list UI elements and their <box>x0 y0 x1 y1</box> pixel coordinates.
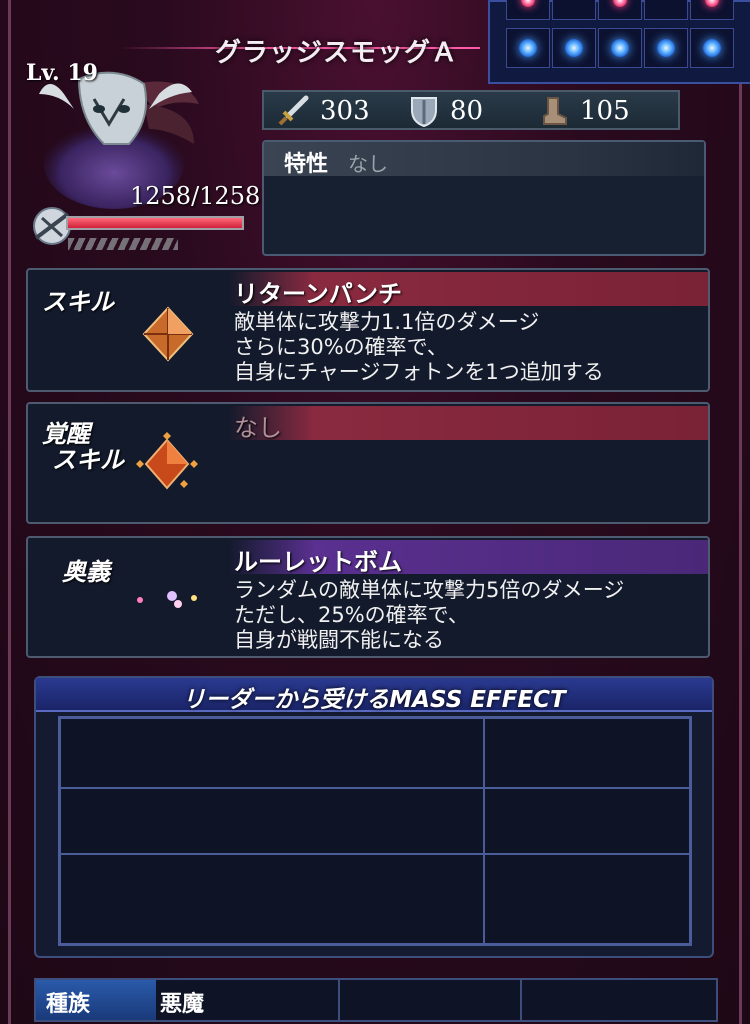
trait-header <box>264 142 704 176</box>
orb-pink-icon <box>613 0 627 7</box>
skill-label: スキル <box>42 288 114 316</box>
race-bar: 種族 悪魔 <box>34 978 718 1022</box>
ougi-moon-icon <box>137 578 197 622</box>
mass-effect-cell <box>60 788 484 854</box>
awakening-panel[interactable]: 覚醒 スキル なし <box>26 402 710 524</box>
awakening-label-line2: スキル <box>52 446 124 474</box>
orb-slot <box>690 28 734 68</box>
awakening-header <box>228 406 708 440</box>
orb-slot <box>552 28 596 68</box>
orb-pink-icon <box>705 0 719 7</box>
ougi-panel[interactable]: 奥義 ルーレットボム ランダムの敵単体に攻撃力5倍のダメージ ただし、25%の確… <box>26 536 710 658</box>
trait-label: 特性 <box>284 152 329 177</box>
orb-blue-icon <box>703 39 721 57</box>
orb-blue-icon <box>519 39 537 57</box>
stats-bar: 303 80 105 <box>262 90 680 130</box>
orb-slot <box>598 0 642 20</box>
orb-row-top <box>506 0 736 20</box>
defense-value: 80 <box>450 96 484 126</box>
mass-effect-cell <box>60 854 484 944</box>
orb-slot <box>644 0 688 20</box>
hp-value: 1258/1258 <box>130 182 261 210</box>
orb-blue-icon <box>657 39 675 57</box>
orb-panel <box>488 0 750 84</box>
stat-defense: 80 <box>408 94 483 128</box>
unit-name: グラッジスモッグＡ <box>215 38 459 68</box>
ougi-label: 奥義 <box>62 558 110 586</box>
orb-row-bottom <box>506 28 736 68</box>
awakening-gem-icon <box>136 432 198 490</box>
orb-pink-icon <box>521 0 535 7</box>
mass-effect-panel: リーダーから受けるMASS EFFECT <box>34 676 714 958</box>
orb-slot <box>506 0 550 20</box>
ougi-description: ランダムの敵単体に攻撃力5倍のダメージ ただし、25%の確率で、 自身が戦闘不能… <box>234 578 625 652</box>
sword-icon <box>278 95 309 126</box>
orb-slot <box>690 0 734 20</box>
awakening-label-line1: 覚醒 <box>42 420 90 448</box>
trait-panel: 特性 なし <box>262 140 706 256</box>
mass-effect-grid <box>58 716 692 946</box>
unit-level: Lv. 19 <box>26 60 98 86</box>
hp-bar-fill <box>68 218 242 228</box>
stat-speed: 105 <box>538 94 630 128</box>
race-divider <box>338 980 340 1020</box>
orb-blue-icon <box>611 39 629 57</box>
speed-value: 105 <box>580 96 630 126</box>
race-value: 悪魔 <box>160 992 205 1017</box>
shield-icon <box>411 97 437 128</box>
mass-effect-cell <box>484 788 690 854</box>
trait-value: なし <box>348 152 388 176</box>
hp-bar <box>66 216 244 230</box>
orb-slot <box>552 0 596 20</box>
mass-effect-cell <box>60 718 484 788</box>
stat-attack: 303 <box>276 94 370 128</box>
skill-panel[interactable]: スキル リターンパンチ 敵単体に攻撃力1.1倍のダメージ さらに30%の確率で、… <box>26 268 710 392</box>
mass-effect-cell <box>484 854 690 944</box>
skill-description: 敵単体に攻撃力1.1倍のダメージ さらに30%の確率で、 自身にチャージフォトン… <box>234 310 604 384</box>
awakening-name: なし <box>234 414 282 442</box>
mass-effect-title: リーダーから受けるMASS EFFECT <box>182 687 566 713</box>
attack-value: 303 <box>320 96 370 126</box>
skill-name: リターンパンチ <box>234 280 402 308</box>
race-label: 種族 <box>46 992 91 1017</box>
mass-effect-header: リーダーから受けるMASS EFFECT <box>36 678 712 713</box>
boot-icon <box>543 97 567 125</box>
skill-gem-icon <box>142 306 194 362</box>
race-divider <box>520 980 522 1020</box>
orb-slot <box>644 28 688 68</box>
race-label-box: 種族 <box>36 980 156 1020</box>
orb-slot <box>506 28 550 68</box>
charge-gauge <box>68 238 178 250</box>
unit-title-bar: グラッジスモッグＡ <box>120 30 500 68</box>
orb-slot <box>598 28 642 68</box>
mass-effect-cell <box>484 718 690 788</box>
ougi-name: ルーレットボム <box>234 548 402 576</box>
orb-blue-icon <box>565 39 583 57</box>
